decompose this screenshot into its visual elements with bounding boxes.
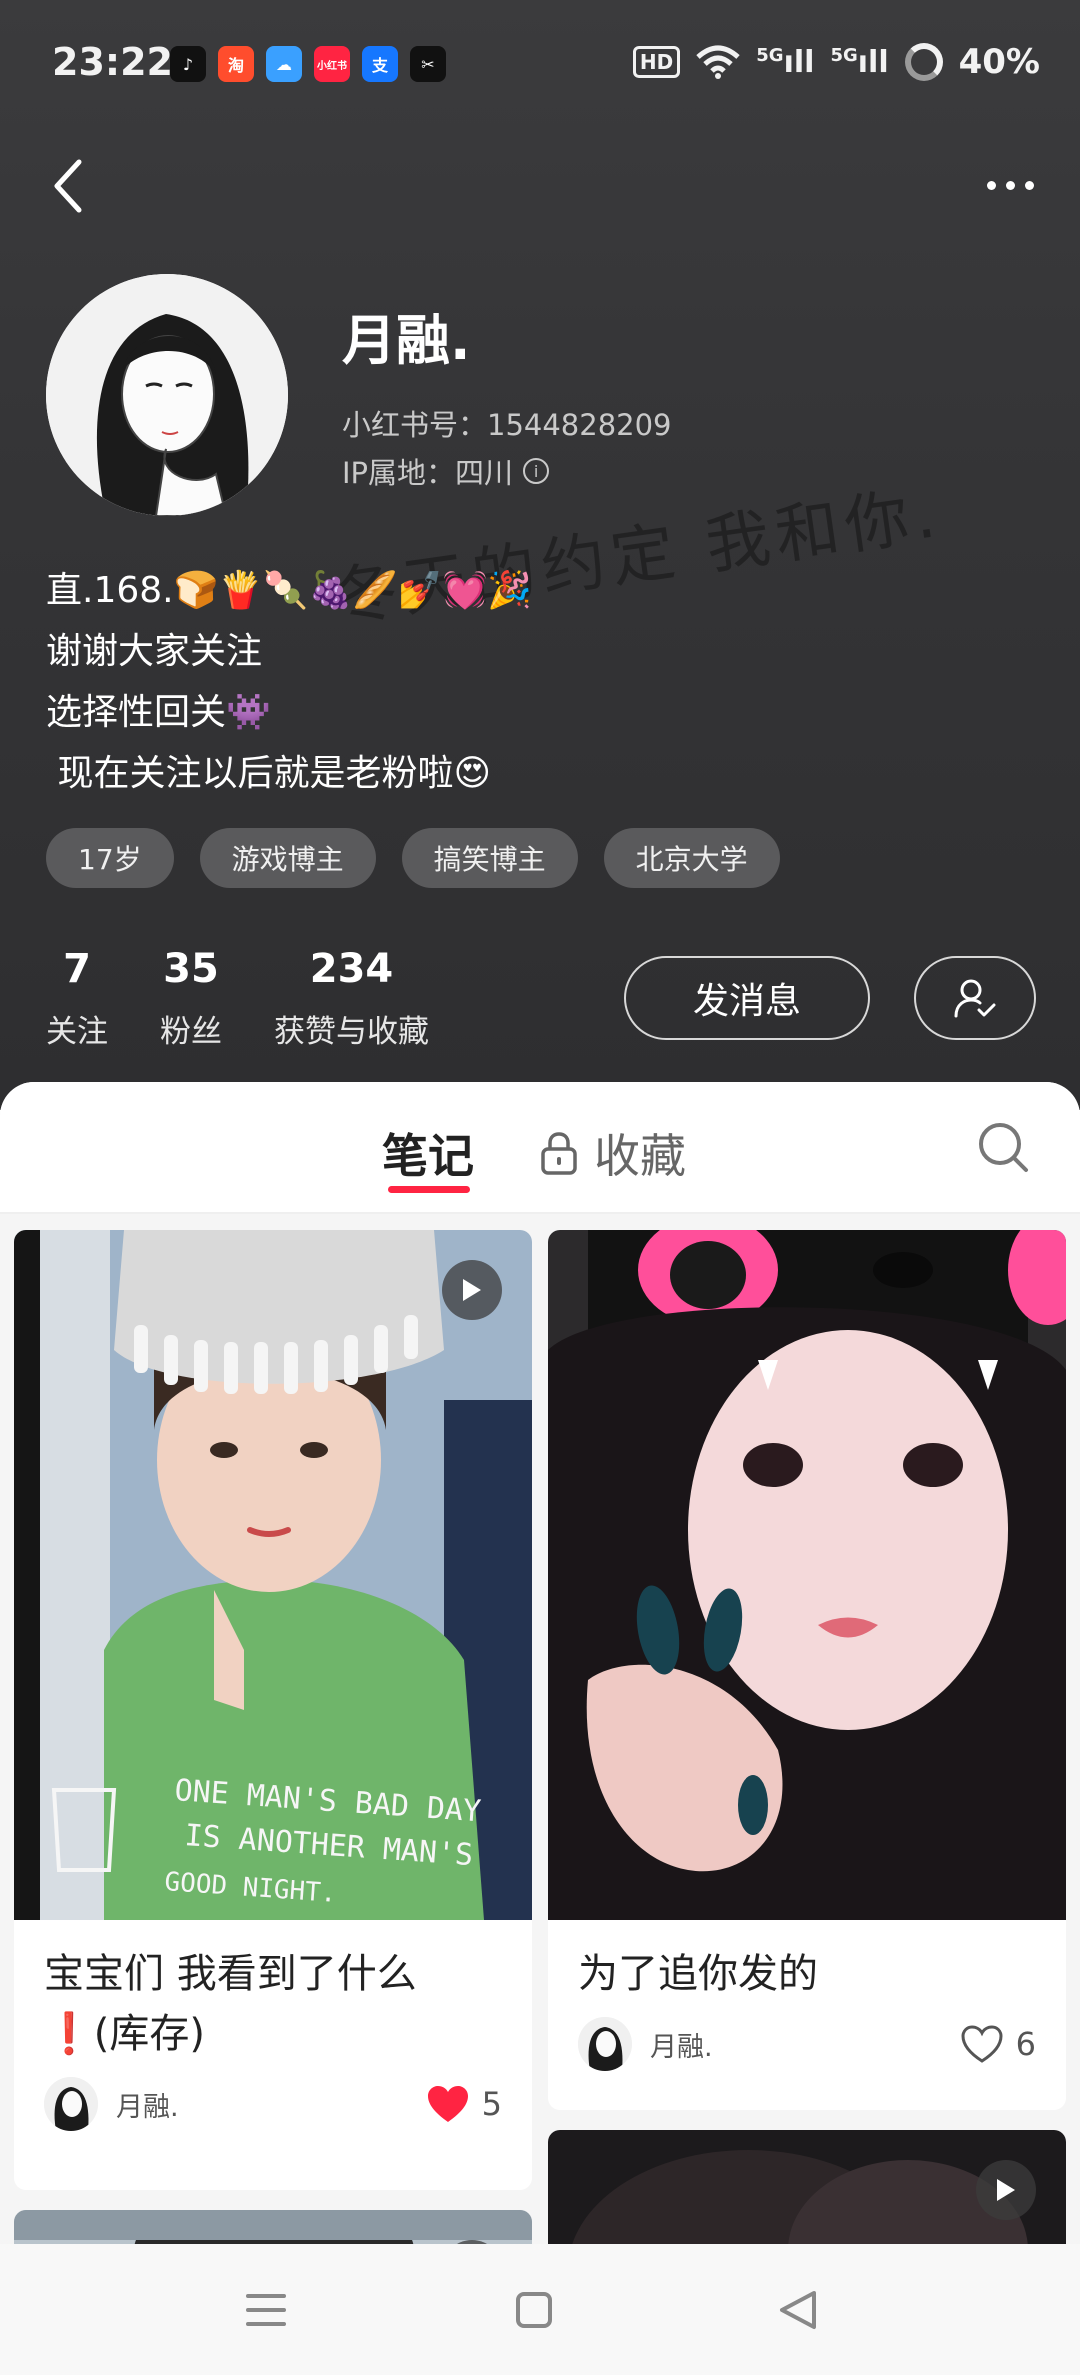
video-play-badge <box>442 1260 502 1320</box>
weather-icon: ☁ <box>266 46 302 82</box>
ip-location-text: IP属地：四川 <box>342 456 514 490</box>
wifi-icon <box>696 45 740 79</box>
stat-likes-collects-count: 234 <box>309 946 394 992</box>
square-icon <box>516 2292 552 2328</box>
info-icon[interactable]: i <box>523 458 550 484</box>
tab-collect[interactable]: 收藏 <box>540 1120 686 1186</box>
note-card[interactable] <box>548 2130 1066 2244</box>
more-options-button[interactable] <box>970 160 1050 210</box>
like-button[interactable]: 6 <box>960 2024 1036 2064</box>
search-icon <box>979 1123 1028 1172</box>
author-avatar <box>44 2077 98 2131</box>
tag-funny-blogger: 搞笑博主 <box>401 828 578 888</box>
note-footer: 月融. 6 <box>548 2004 1066 2084</box>
note-title: 宝宝们 我看到了什么❗️(库存) <box>44 1951 417 2057</box>
rednote-id[interactable]: 小红书号：1544828209 <box>342 402 672 444</box>
tiktok-icon: ♪ <box>170 46 206 82</box>
nav-back-button[interactable] <box>768 2280 828 2340</box>
heart-outline-icon <box>961 2025 1003 2063</box>
chevron-left-icon <box>54 159 82 213</box>
note-cover-photo <box>14 2210 532 2244</box>
following-status-button[interactable] <box>914 956 1036 1040</box>
more-dots-icon <box>1024 180 1034 190</box>
play-icon <box>997 2179 1015 2201</box>
content-tabbar: 笔记 收藏 <box>0 1082 1080 1214</box>
note-title: 为了追你发的 <box>578 1951 818 1997</box>
note-card[interactable]: 为了追你发的 月融. 6 <box>548 1230 1066 2110</box>
profile-bio: 直.168.🍞🍟🍡🍇🥖💅💓🎉 谢谢大家关注 选择性回关👾 现在关注以后就是老粉啦… <box>46 560 532 804</box>
stat-followers[interactable]: 35 粉丝 <box>160 946 222 1051</box>
status-time: 23:22 <box>52 40 173 84</box>
like-count: 6 <box>1015 2025 1036 2063</box>
tab-active-indicator <box>388 1186 470 1193</box>
notification-icons: ♪ 淘 ☁ 小红书 支 ✂ <box>170 46 446 82</box>
bio-line: 谢谢大家关注 <box>46 631 263 672</box>
more-dots-icon <box>986 180 996 190</box>
stat-followers-label: 粉丝 <box>160 1014 222 1050</box>
note-author: 月融. <box>116 2091 179 2123</box>
tag-game-blogger: 游戏博主 <box>199 828 376 888</box>
ip-location: IP属地：四川 i <box>342 450 550 492</box>
stat-likes-collects[interactable]: 234 获赞与收藏 <box>274 946 429 1051</box>
tab-notes[interactable]: 笔记 <box>382 1120 474 1186</box>
send-message-button[interactable]: 发消息 <box>624 956 870 1040</box>
heart-filled-icon <box>427 2086 468 2122</box>
alipay-icon: 支 <box>362 46 398 82</box>
profile-tags: 17岁 游戏博主 搞笑博主 北京大学 <box>46 828 780 888</box>
system-nav-bar <box>0 2244 1080 2375</box>
stat-followers-count: 35 <box>163 946 219 992</box>
tag-age: 17岁 <box>46 828 174 888</box>
status-bar: 23:22 ♪ 淘 ☁ 小红书 支 ✂ HD 5Gıll 5Gıll 40% <box>0 0 1080 130</box>
tag-university[interactable]: 北京大学 <box>603 828 780 888</box>
like-count: 5 <box>481 2085 502 2123</box>
signal-5g-icon: 5Gıll <box>756 44 815 80</box>
stat-likes-collects-label: 获赞与收藏 <box>274 1014 429 1050</box>
play-icon <box>463 1279 481 1301</box>
back-button[interactable] <box>40 150 96 222</box>
note-cover-image <box>548 2130 1066 2244</box>
note-cover-image <box>14 2210 532 2244</box>
note-author: 月融. <box>650 2031 713 2063</box>
nav-home-button[interactable] <box>504 2280 564 2340</box>
battery-icon <box>904 43 943 81</box>
lock-icon <box>541 1132 577 1175</box>
note-cover-photo <box>548 1230 1066 1920</box>
note-footer: 月融. 5 <box>14 2064 532 2144</box>
user-check-icon <box>954 979 996 1018</box>
battery-percent: 40% <box>958 42 1040 82</box>
profile-stats: 7 关注 35 粉丝 234 获赞与收藏 <box>46 946 481 1051</box>
stat-following[interactable]: 7 关注 <box>46 946 108 1051</box>
system-icons: HD 5Gıll 5Gıll 40% <box>632 42 1040 82</box>
rednote-icon: 小红书 <box>314 46 350 82</box>
triangle-back-icon <box>780 2291 816 2329</box>
capcut-icon: ✂ <box>410 46 446 82</box>
profile-avatar[interactable] <box>46 274 288 516</box>
hd-icon: HD <box>632 46 681 78</box>
menu-icon <box>246 2294 286 2326</box>
content-sheet: 笔记 收藏 ONE MAN'S BAD DAY IS ANOTHER MAN'S… <box>0 1082 1080 2244</box>
more-dots-icon <box>1005 180 1015 190</box>
profile-header: 冬天的约定 我和你. 23:22 ♪ 淘 ☁ 小红书 支 ✂ HD 5Gıll … <box>0 0 1080 1110</box>
video-play-badge <box>976 2160 1036 2220</box>
note-card[interactable]: ONE MAN'S BAD DAY IS ANOTHER MAN'S GOOD … <box>14 1230 532 2190</box>
nav-menu-button[interactable] <box>236 2280 296 2340</box>
avatar-illustration <box>46 274 288 516</box>
like-button[interactable]: 5 <box>426 2084 502 2124</box>
bio-line: 选择性回关👾 <box>46 692 271 733</box>
search-button[interactable] <box>976 1120 1032 1176</box>
note-cover-photo: ONE MAN'S BAD DAY IS ANOTHER MAN'S GOOD … <box>14 1230 532 1920</box>
note-cover-image: ONE MAN'S BAD DAY IS ANOTHER MAN'S GOOD … <box>14 1230 532 1920</box>
author-avatar <box>578 2017 632 2071</box>
taobao-icon: 淘 <box>218 46 254 82</box>
stat-following-label: 关注 <box>46 1014 108 1050</box>
signal-5g-icon: 5Gıll <box>830 44 889 80</box>
tab-collect-label: 收藏 <box>594 1129 686 1183</box>
note-cover-image <box>548 1230 1066 1920</box>
stat-following-count: 7 <box>63 946 91 992</box>
bio-line: 直.168.🍞🍟🍡🍇🥖💅💓🎉 <box>46 570 533 611</box>
bio-line: 现在关注以后就是老粉啦😍 <box>46 753 491 794</box>
note-card[interactable] <box>14 2210 532 2244</box>
profile-nickname: 月融. <box>342 309 471 372</box>
